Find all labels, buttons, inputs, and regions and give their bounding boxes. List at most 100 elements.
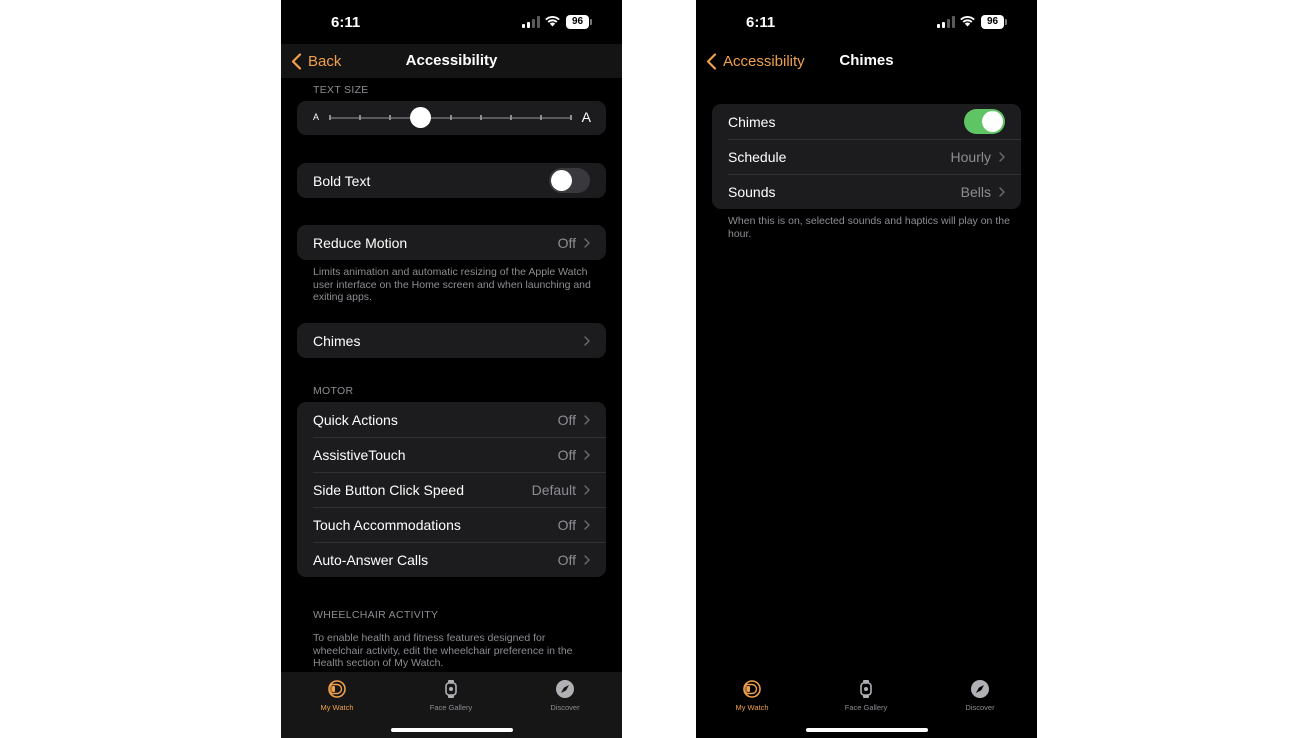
- tab-bar: My Watch Face Gallery Discover: [281, 672, 622, 738]
- text-size-slider[interactable]: A A: [297, 101, 606, 135]
- text-size-large-icon: A: [581, 109, 591, 125]
- row-value: Off: [557, 411, 576, 428]
- chimes-footer: When this is on, selected sounds and hap…: [728, 215, 1010, 240]
- tab-discover[interactable]: Discover: [515, 679, 615, 712]
- sounds-value: Bells: [960, 183, 991, 200]
- chevron-right-icon: [584, 484, 590, 495]
- row-value: Off: [557, 516, 576, 533]
- row-value: Off: [557, 551, 576, 568]
- battery-level: 96: [981, 15, 1004, 29]
- cellular-signal-icon: [522, 16, 540, 28]
- tab-face-gallery[interactable]: Face Gallery: [816, 679, 916, 712]
- wifi-icon: [960, 16, 975, 27]
- bold-text-card: Bold Text: [297, 163, 606, 198]
- reduce-motion-card: Reduce Motion Off: [297, 225, 606, 260]
- chevron-right-icon: [584, 449, 590, 460]
- text-size-header: TEXT SIZE: [313, 84, 369, 96]
- row-label: Auto-Answer Calls: [313, 551, 429, 568]
- watch-icon: [328, 680, 346, 698]
- schedule-row[interactable]: Schedule Hourly: [712, 139, 1021, 174]
- watch-icon: [743, 680, 761, 698]
- battery-level: 96: [566, 15, 589, 29]
- watch-face-icon: [445, 680, 457, 698]
- page-title: Chimes: [839, 52, 894, 69]
- battery-icon: 96: [566, 15, 592, 29]
- navigation-bar: Accessibility Chimes: [696, 44, 1037, 78]
- row-value: Off: [557, 446, 576, 463]
- tab-label: My Watch: [735, 703, 769, 712]
- tab-label: My Watch: [320, 703, 354, 712]
- row-label: Touch Accommodations: [313, 516, 461, 533]
- slider-tick: [329, 115, 331, 120]
- tab-my-watch[interactable]: My Watch: [287, 679, 387, 712]
- battery-icon: 96: [981, 15, 1007, 29]
- tab-label: Face Gallery: [429, 703, 473, 712]
- slider-tick: [539, 115, 542, 120]
- motor-row-assistivetouch[interactable]: AssistiveTouch Off: [297, 437, 606, 472]
- wheelchair-activity-header: WHEELCHAIR ACTIVITY: [313, 609, 439, 621]
- slider-tick: [479, 115, 482, 120]
- motor-row-touch-accommodations[interactable]: Touch Accommodations Off: [297, 507, 606, 542]
- status-time: 6:11: [331, 14, 361, 31]
- compass-icon: [971, 680, 989, 698]
- sounds-label: Sounds: [728, 183, 776, 200]
- left-phone-screen: 6:11 96 Back Accessibility TEXT SIZE A A…: [281, 0, 622, 738]
- tab-discover[interactable]: Discover: [930, 679, 1030, 712]
- bold-text-row[interactable]: Bold Text: [297, 163, 606, 198]
- home-indicator[interactable]: [391, 728, 513, 732]
- reduce-motion-row[interactable]: Reduce Motion Off: [297, 225, 606, 260]
- motor-header: MOTOR: [313, 385, 354, 397]
- motor-row-auto-answer-calls[interactable]: Auto-Answer Calls Off: [297, 542, 606, 577]
- tab-bar: My Watch Face Gallery Discover: [696, 672, 1037, 738]
- sounds-row[interactable]: Sounds Bells: [712, 174, 1021, 209]
- watch-face-icon: [860, 680, 872, 698]
- tab-label: Discover: [550, 703, 580, 712]
- chevron-right-icon: [584, 414, 590, 425]
- navigation-bar: Back Accessibility: [281, 44, 622, 78]
- row-label: AssistiveTouch: [313, 446, 406, 463]
- right-phone-screen: 6:11 96 Accessibility Chimes Chimes Sche…: [696, 0, 1037, 738]
- home-indicator[interactable]: [806, 728, 928, 732]
- text-size-small-icon: A: [313, 112, 320, 122]
- chimes-toggle-row[interactable]: Chimes: [712, 104, 1021, 139]
- slider-tick: [359, 115, 362, 120]
- chimes-card: Chimes Schedule Hourly Sounds Bells: [712, 104, 1021, 209]
- settings-list[interactable]: TEXT SIZE A A Bold Text Reduce Motion Of…: [281, 78, 622, 672]
- reduce-motion-footer: Limits animation and automatic resizing …: [313, 266, 591, 304]
- chimes-card: Chimes: [297, 323, 606, 358]
- tab-face-gallery[interactable]: Face Gallery: [401, 679, 501, 712]
- row-value: Default: [531, 481, 576, 498]
- bold-text-toggle[interactable]: [549, 168, 590, 193]
- slider-tick: [570, 115, 572, 120]
- reduce-motion-value: Off: [557, 234, 576, 251]
- chevron-right-icon: [584, 554, 590, 565]
- tab-my-watch[interactable]: My Watch: [702, 679, 802, 712]
- chevron-right-icon: [999, 151, 1005, 162]
- chevron-right-icon: [999, 186, 1005, 197]
- chimes-label: Chimes: [313, 332, 361, 349]
- tab-label: Face Gallery: [844, 703, 888, 712]
- chimes-settings-list[interactable]: Chimes Schedule Hourly Sounds Bells When…: [696, 78, 1037, 672]
- chimes-label: Chimes: [728, 113, 776, 130]
- motor-card: Quick Actions Off AssistiveTouch Off Sid…: [297, 402, 606, 577]
- wheelchair-activity-footer: To enable health and fitness features de…: [313, 632, 573, 670]
- chevron-right-icon: [584, 519, 590, 530]
- text-size-card: A A: [297, 101, 606, 135]
- reduce-motion-label: Reduce Motion: [313, 234, 408, 251]
- schedule-label: Schedule: [728, 148, 787, 165]
- motor-row-quick-actions[interactable]: Quick Actions Off: [297, 402, 606, 437]
- status-time: 6:11: [746, 14, 776, 31]
- chimes-row[interactable]: Chimes: [297, 323, 606, 358]
- slider-thumb[interactable]: [410, 107, 432, 128]
- motor-row-side-button-click-speed[interactable]: Side Button Click Speed Default: [297, 472, 606, 507]
- compass-icon: [556, 680, 574, 698]
- status-bar: 6:11 96: [281, 0, 622, 44]
- slider-track[interactable]: [329, 107, 572, 128]
- chevron-right-icon: [584, 237, 590, 248]
- bold-text-label: Bold Text: [313, 172, 371, 189]
- row-label: Quick Actions: [313, 411, 398, 428]
- schedule-value: Hourly: [950, 148, 991, 165]
- chimes-toggle[interactable]: [964, 109, 1005, 134]
- slider-tick: [449, 115, 452, 120]
- wifi-icon: [545, 16, 560, 27]
